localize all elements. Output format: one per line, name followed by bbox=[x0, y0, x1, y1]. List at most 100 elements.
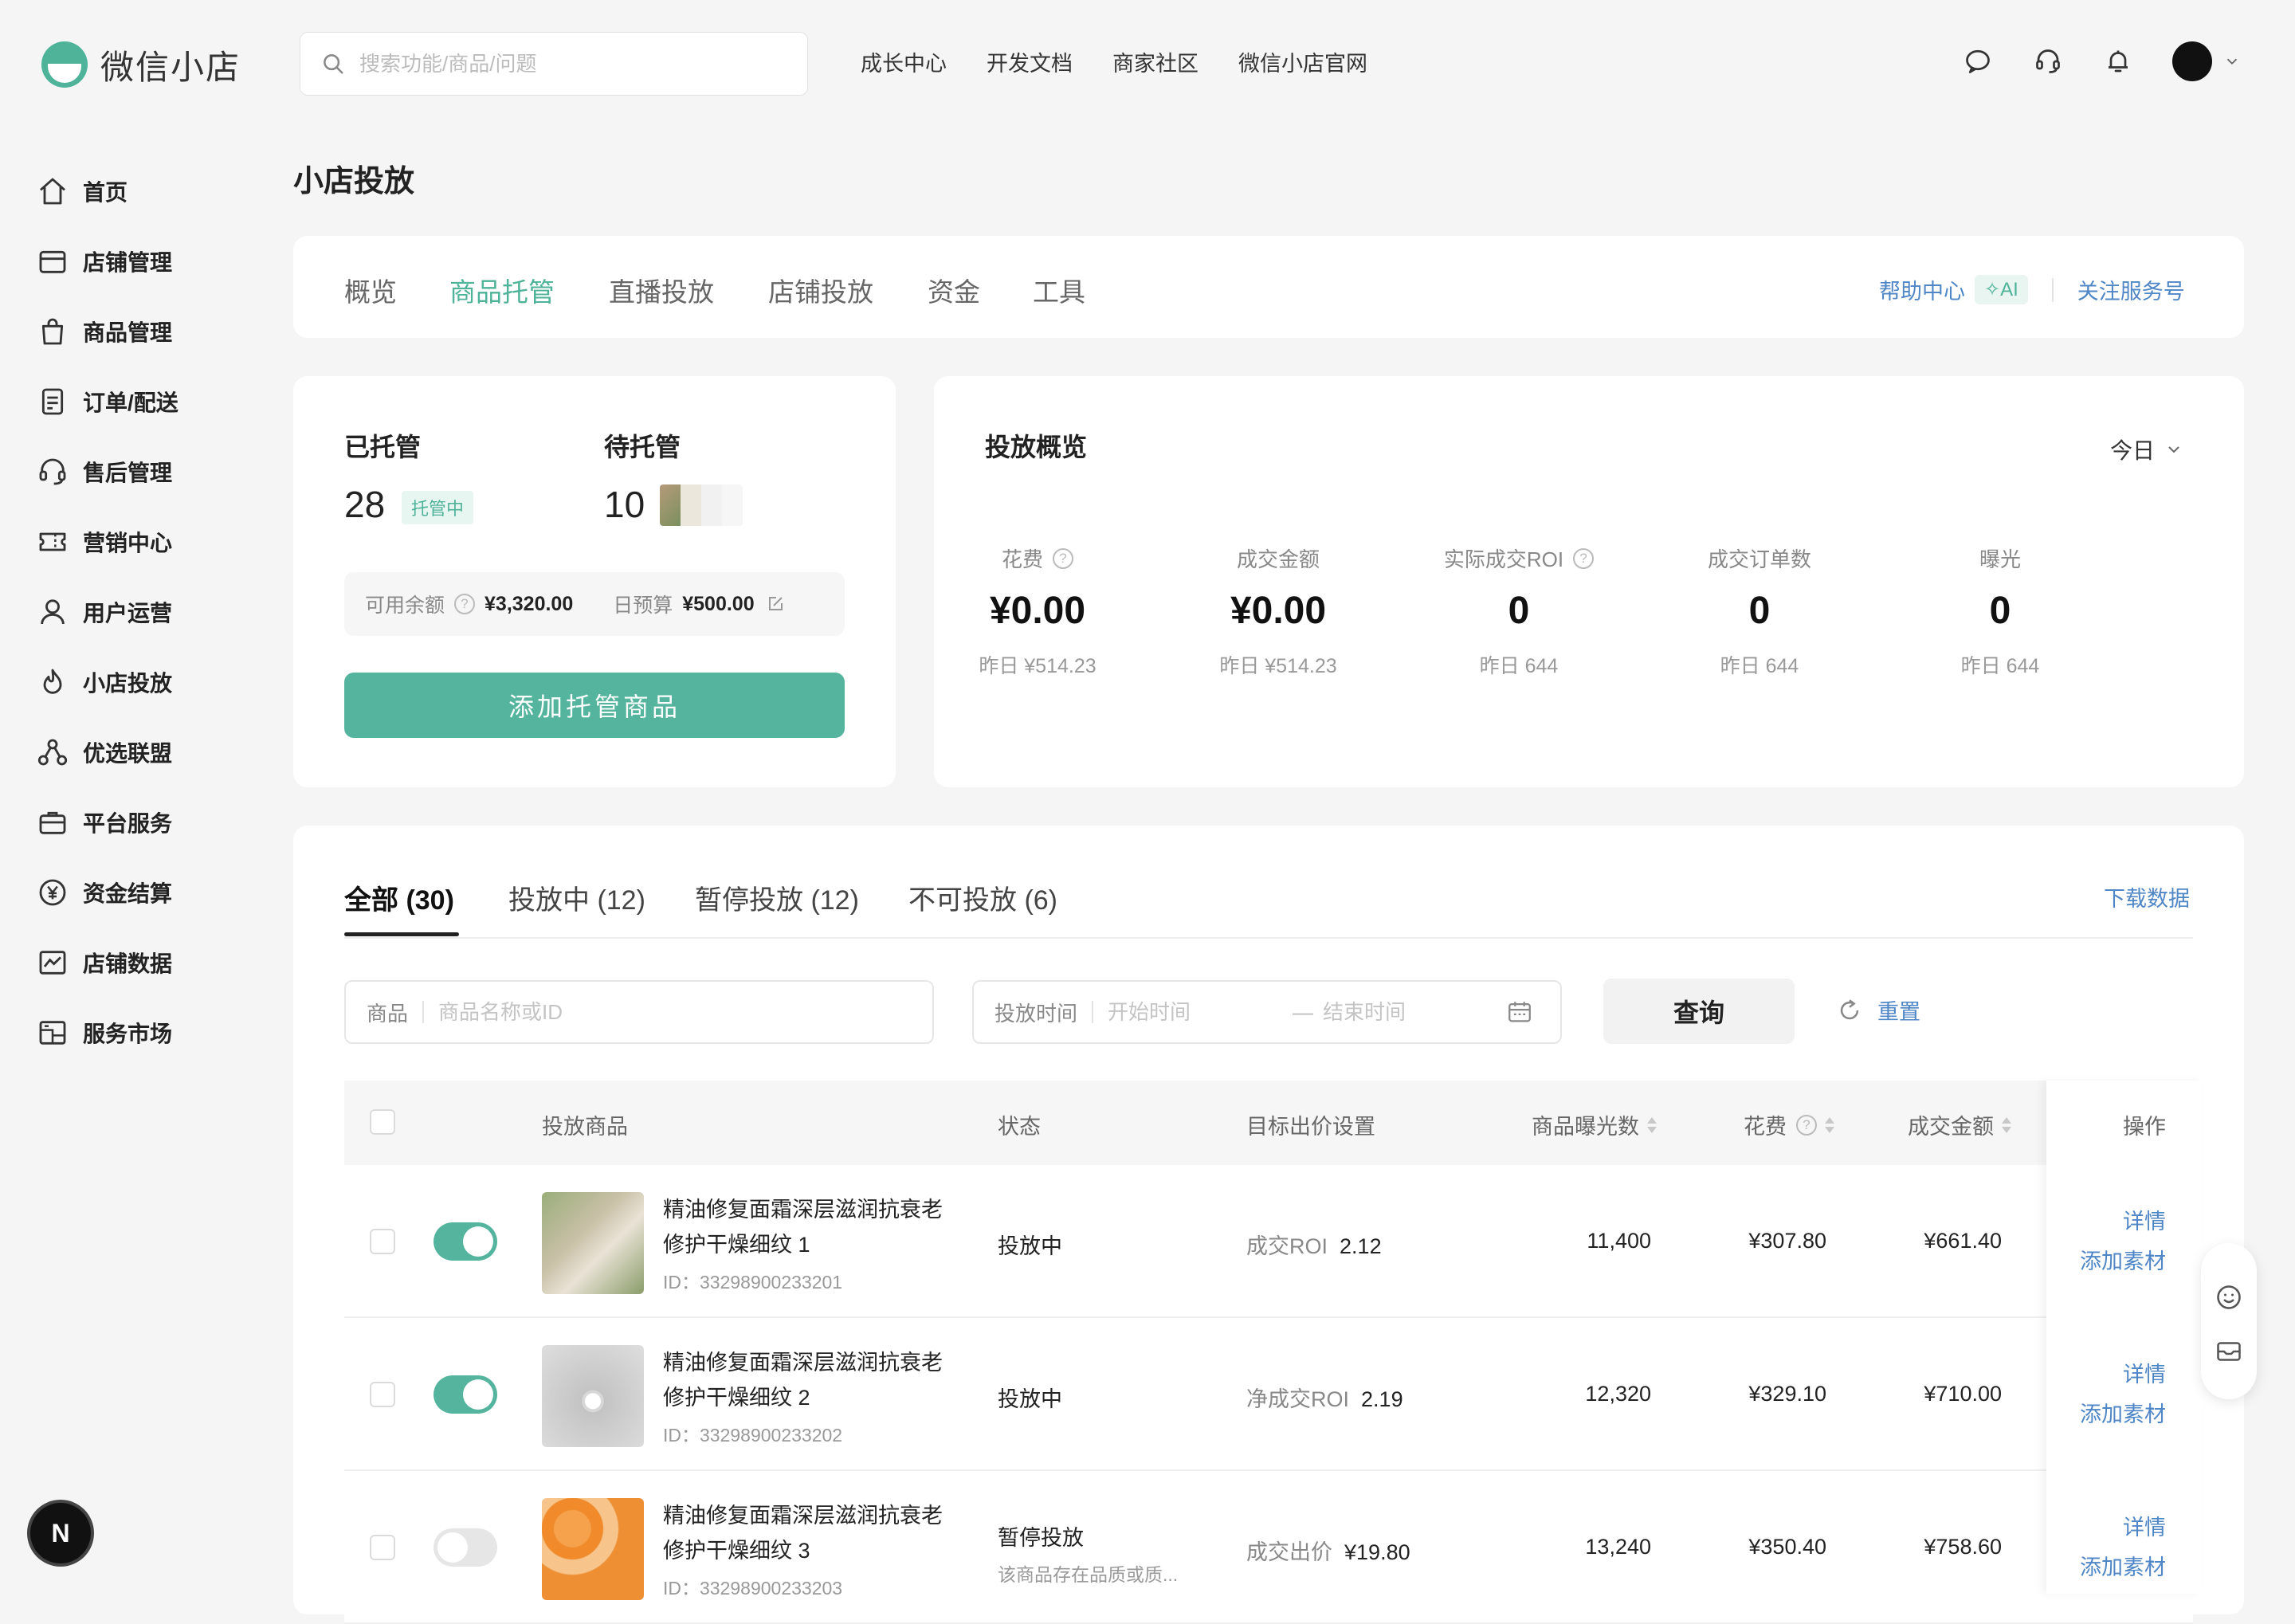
help-icon[interactable]: ? bbox=[454, 594, 476, 614]
follow-service-link[interactable]: 关注服务号 bbox=[2077, 274, 2185, 305]
ai-badge[interactable]: ✧AI bbox=[1975, 275, 2028, 304]
start-date-input[interactable] bbox=[1108, 999, 1284, 1025]
sidebar-item-home[interactable]: 首页 bbox=[37, 172, 128, 210]
select-all-checkbox[interactable] bbox=[370, 1109, 395, 1135]
sidebar-item-platform-services[interactable]: 平台服务 bbox=[37, 803, 172, 841]
help-icon[interactable]: ? bbox=[1573, 547, 1595, 569]
nav-growth-center[interactable]: 成长中心 bbox=[861, 46, 947, 81]
sidebar-item-settlement[interactable]: 资金结算 bbox=[37, 873, 172, 912]
order-icon bbox=[41, 388, 64, 415]
sidebar-item-alliance[interactable]: 优选联盟 bbox=[37, 733, 172, 771]
chevron-down-icon[interactable] bbox=[2223, 53, 2241, 70]
metric-value: ¥0.00 bbox=[989, 590, 1086, 632]
date-range-filter[interactable]: 投放时间 — bbox=[972, 980, 1562, 1044]
column-cost[interactable]: 花费? bbox=[1744, 1109, 1834, 1140]
user-avatar[interactable] bbox=[2172, 41, 2212, 81]
list-tab-running[interactable]: 投放中 (12) bbox=[508, 878, 645, 917]
tab-store-ads[interactable]: 店铺投放 bbox=[768, 271, 873, 309]
ad-toggle[interactable] bbox=[434, 1528, 497, 1567]
sidebar-item-store-data[interactable]: 店铺数据 bbox=[37, 943, 172, 982]
nav-merchant-community[interactable]: 商家社区 bbox=[1112, 46, 1198, 81]
list-tab-all[interactable]: 全部 (30) bbox=[344, 878, 454, 917]
column-gmv[interactable]: 成交金额 bbox=[1908, 1109, 2011, 1140]
product-name[interactable]: 精油修复面霜深层滋润抗衰老修护干燥细纹 3 bbox=[663, 1498, 950, 1568]
product-name[interactable]: 精油修复面霜深层滋润抗衰老修护干燥细纹 1 bbox=[663, 1192, 950, 1262]
page-title: 小店投放 bbox=[293, 165, 415, 198]
ad-toggle[interactable] bbox=[434, 1222, 497, 1261]
help-icon[interactable]: ? bbox=[1053, 547, 1073, 569]
ad-toggle[interactable] bbox=[434, 1375, 497, 1414]
add-hosted-product-button[interactable]: 添加托管商品 bbox=[344, 673, 845, 738]
next-dev-button[interactable]: N bbox=[30, 1503, 91, 1563]
detail-link[interactable]: 详情 bbox=[2046, 1508, 2166, 1548]
row-checkbox[interactable] bbox=[370, 1229, 395, 1254]
cost-value: ¥350.40 bbox=[1748, 1535, 1826, 1559]
metric-gmv: 成交金额 ¥0.00 昨日 ¥514.23 bbox=[1175, 543, 1382, 679]
sidebar-item-label: 售后管理 bbox=[83, 461, 173, 485]
search-box[interactable] bbox=[300, 32, 808, 96]
pending-thumbnails[interactable] bbox=[660, 484, 743, 526]
product-image[interactable] bbox=[542, 1498, 644, 1600]
sort-icon bbox=[2002, 1116, 2011, 1135]
row-checkbox[interactable] bbox=[370, 1535, 395, 1560]
metric-label: 成交金额 bbox=[1236, 547, 1320, 571]
sidebar-item-ads[interactable]: 小店投放 bbox=[37, 663, 172, 701]
toggle-knob bbox=[437, 1532, 468, 1563]
bell-icon[interactable] bbox=[2102, 45, 2134, 77]
sidebar-item-user-ops[interactable]: 用户运营 bbox=[37, 593, 172, 631]
add-material-link[interactable]: 添加素材 bbox=[2046, 1395, 2166, 1434]
search-input[interactable] bbox=[359, 51, 774, 76]
list-tab-paused[interactable]: 暂停投放 (12) bbox=[695, 878, 859, 917]
bid-setting: 净成交ROI 2.19 bbox=[1246, 1382, 1403, 1413]
product-image[interactable] bbox=[542, 1345, 644, 1447]
bid-setting: 成交ROI 2.12 bbox=[1246, 1229, 1382, 1260]
reset-label: 重置 bbox=[1877, 1000, 1920, 1024]
add-material-link[interactable]: 添加素材 bbox=[2046, 1548, 2166, 1587]
floating-toolbar bbox=[2201, 1243, 2257, 1399]
cost-value: ¥307.80 bbox=[1748, 1229, 1826, 1253]
help-center-link[interactable]: 帮助中心 bbox=[1879, 274, 1965, 305]
reset-button[interactable]: 重置 bbox=[1836, 994, 1920, 1026]
balance-label: 可用余额 bbox=[365, 594, 445, 617]
download-data-link[interactable]: 下载数据 bbox=[2104, 881, 2190, 912]
status-note[interactable]: 该商品存在品质或质... bbox=[998, 1559, 1178, 1587]
tab-funds[interactable]: 资金 bbox=[928, 271, 980, 309]
edit-icon[interactable] bbox=[766, 594, 785, 614]
sidebar-item-marketing[interactable]: 营销中心 bbox=[37, 523, 172, 561]
product-name[interactable]: 精油修复面霜深层滋润抗衰老修护干燥细纹 2 bbox=[663, 1345, 950, 1415]
tab-overview[interactable]: 概览 bbox=[344, 271, 397, 309]
brand-logo[interactable]: 微信小店 bbox=[41, 38, 241, 91]
product-image[interactable] bbox=[542, 1192, 644, 1294]
tab-live-ads[interactable]: 直播投放 bbox=[609, 271, 714, 309]
column-impressions[interactable]: 商品曝光数 bbox=[1532, 1109, 1657, 1140]
nav-official-site[interactable]: 微信小店官网 bbox=[1238, 46, 1367, 81]
metric-label: 成交订单数 bbox=[1707, 547, 1811, 571]
list-tab-unavailable[interactable]: 不可投放 (6) bbox=[908, 878, 1057, 917]
sidebar-item-service-market[interactable]: 服务市场 bbox=[37, 1014, 172, 1052]
tab-tools[interactable]: 工具 bbox=[1033, 271, 1085, 309]
calendar-icon[interactable] bbox=[1506, 998, 1533, 1026]
row-checkbox[interactable] bbox=[370, 1382, 395, 1407]
ai-label: AI bbox=[2000, 279, 2018, 300]
mail-icon[interactable] bbox=[2215, 1337, 2243, 1366]
query-button[interactable]: 查询 bbox=[1603, 979, 1795, 1044]
add-material-link[interactable]: 添加素材 bbox=[2046, 1242, 2166, 1281]
table-row: 精油修复面霜深层滋润抗衰老修护干燥细纹 3 ID：33298900233203 … bbox=[344, 1471, 2193, 1624]
smile-icon[interactable] bbox=[2215, 1283, 2243, 1312]
product-thumbnail bbox=[660, 484, 681, 526]
end-date-input[interactable] bbox=[1323, 999, 1507, 1025]
tab-product-hosting[interactable]: 商品托管 bbox=[449, 271, 555, 309]
budget-label: 日预算 bbox=[613, 594, 673, 617]
product-search-input[interactable] bbox=[438, 999, 885, 1025]
sidebar-item-orders[interactable]: 订单/配送 bbox=[37, 382, 178, 421]
product-filter[interactable]: 商品 bbox=[344, 980, 934, 1044]
sidebar-item-store[interactable]: 店铺管理 bbox=[37, 242, 172, 280]
sidebar-item-after-sales[interactable]: 售后管理 bbox=[37, 453, 172, 491]
message-icon[interactable] bbox=[1962, 45, 1994, 77]
detail-link[interactable]: 详情 bbox=[2046, 1355, 2166, 1395]
period-select[interactable]: 今日 bbox=[2110, 433, 2183, 465]
detail-link[interactable]: 详情 bbox=[2046, 1202, 2166, 1242]
sidebar-item-products[interactable]: 商品管理 bbox=[37, 312, 172, 351]
nav-dev-docs[interactable]: 开发文档 bbox=[987, 46, 1073, 81]
customer-service-icon[interactable] bbox=[2032, 45, 2064, 77]
